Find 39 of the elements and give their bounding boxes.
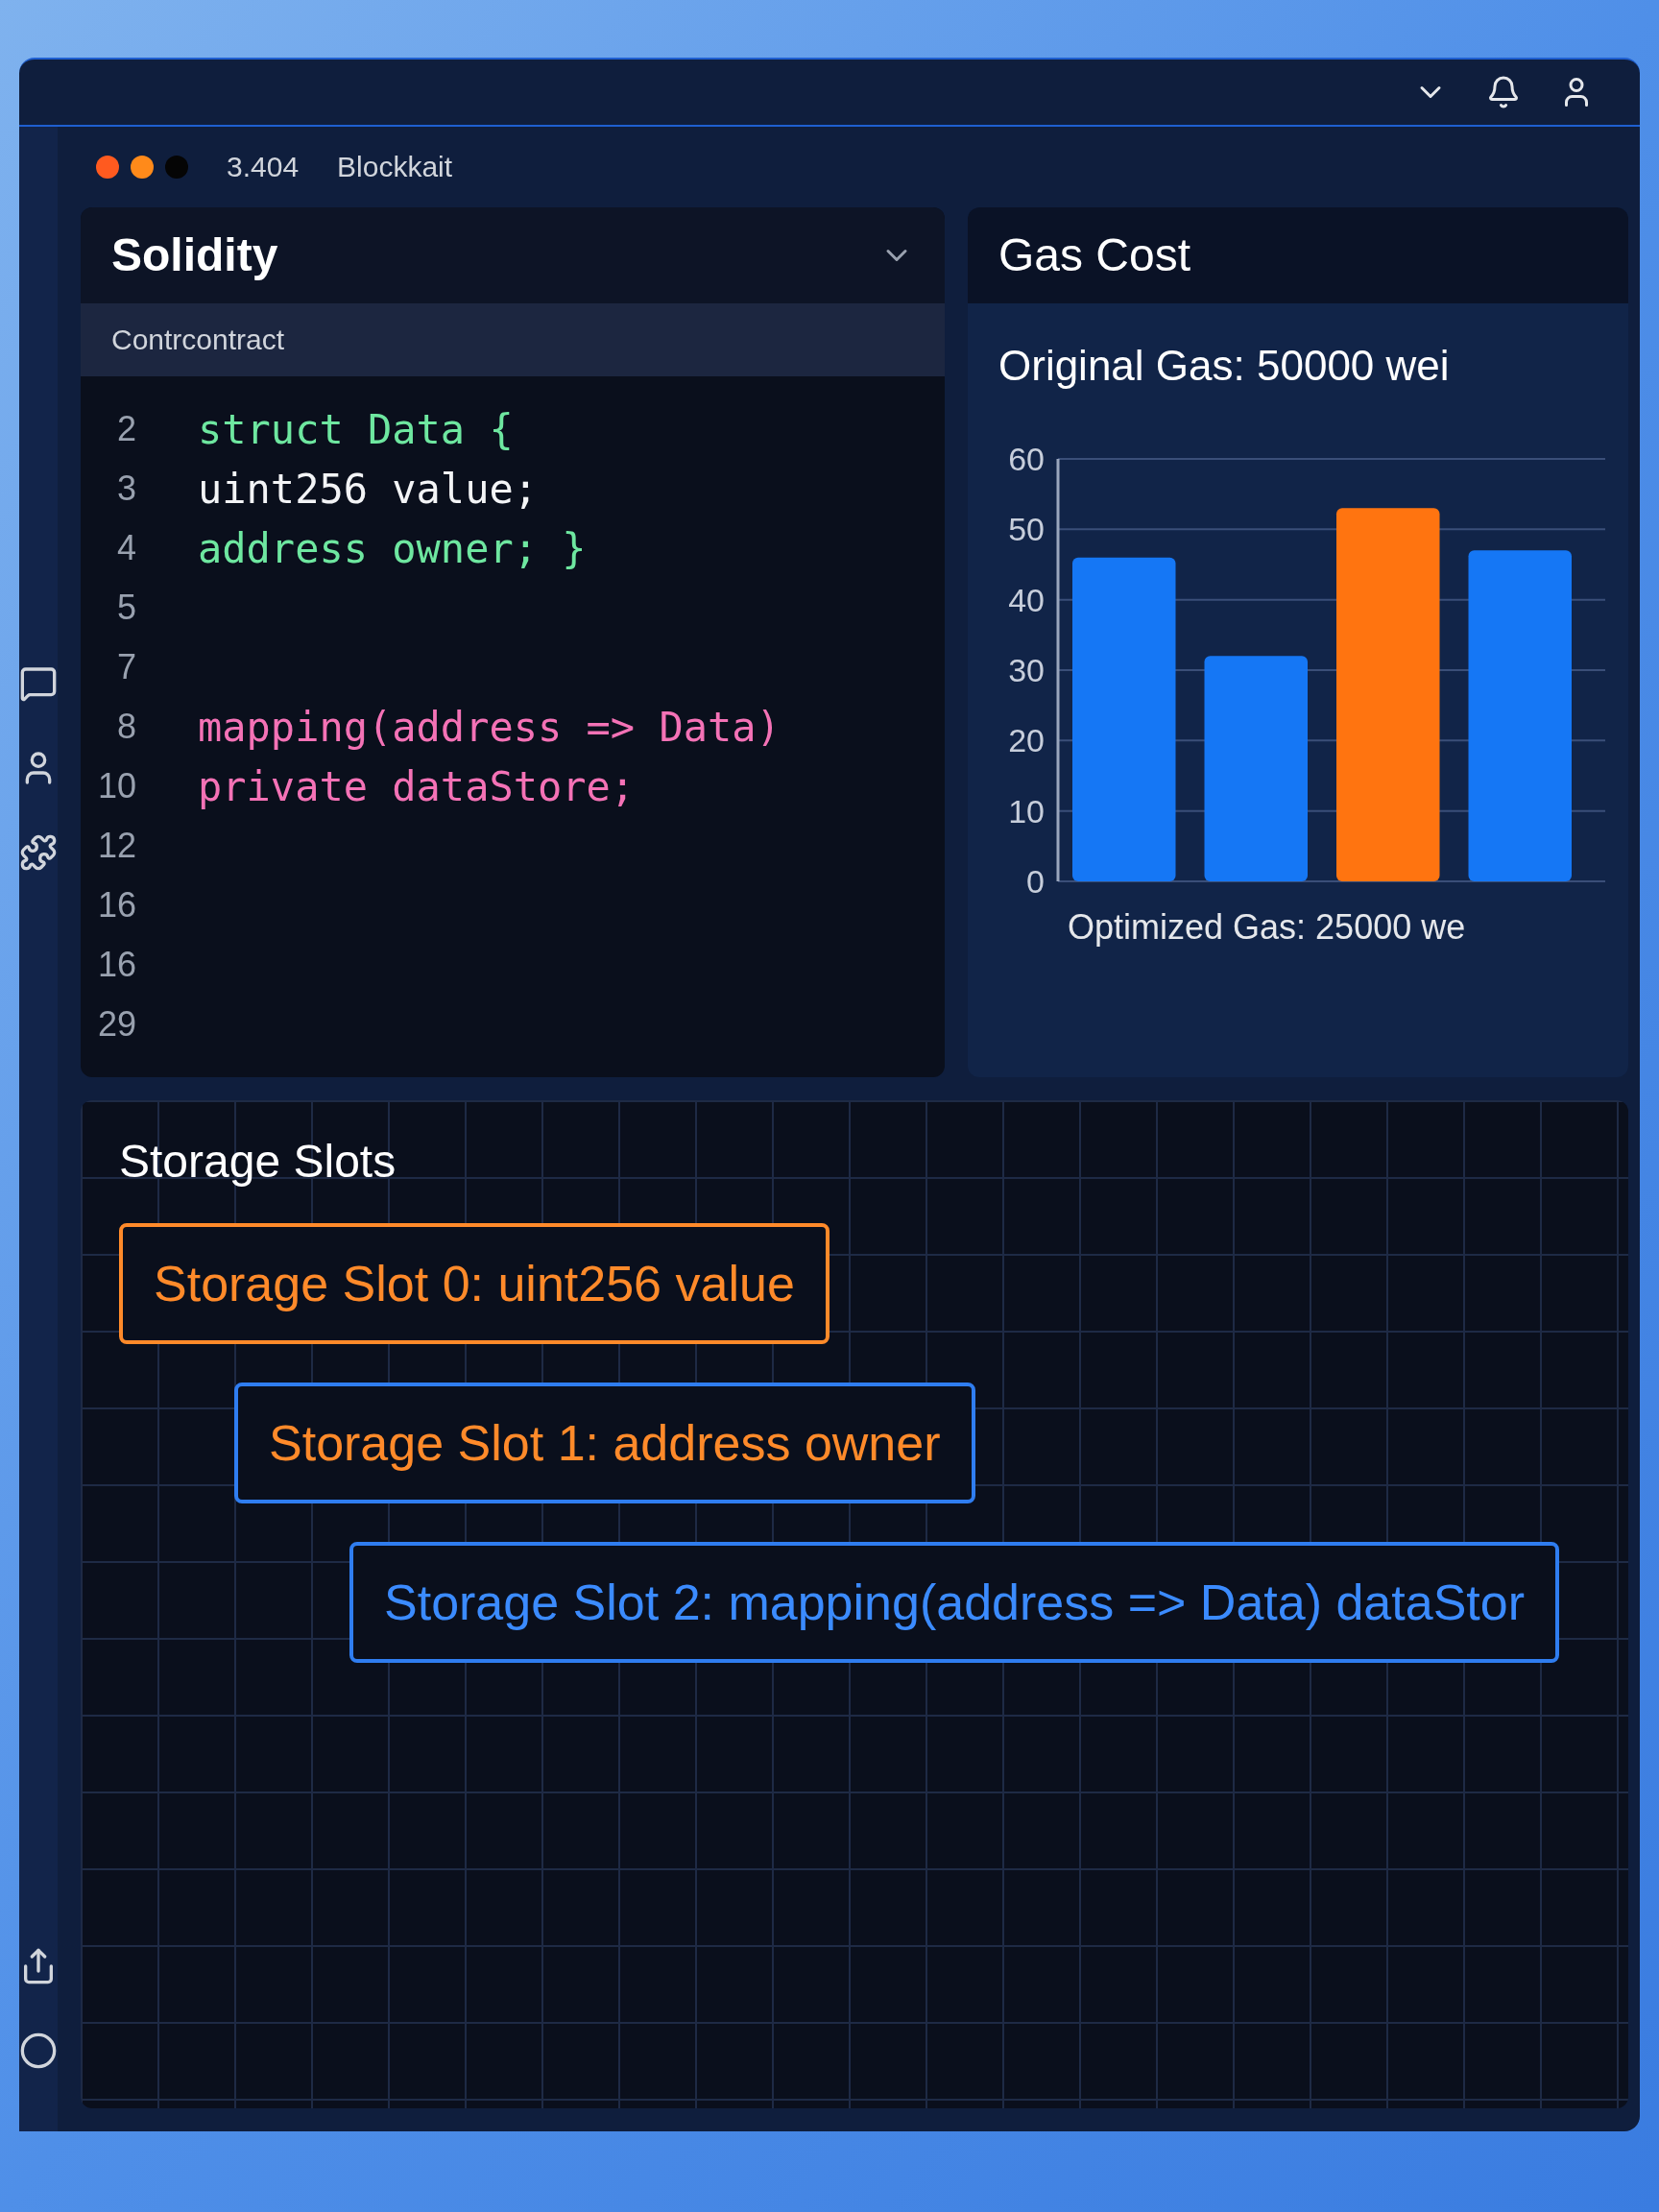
code-line: uint256 value;: [197, 464, 538, 515]
line-number: 4: [115, 529, 137, 567]
file-tab[interactable]: Contrcontract: [81, 303, 945, 376]
line-number: 10: [96, 767, 137, 805]
line-number: 29: [96, 1005, 137, 1044]
y-tick-label: 50: [1008, 511, 1045, 548]
y-tick-label: 40: [1008, 581, 1045, 618]
version-label: 3.404: [227, 150, 300, 184]
y-tick-label: 30: [1008, 652, 1045, 688]
panel-title: Gas Cost: [998, 232, 1191, 278]
line-number: 12: [96, 827, 137, 865]
line-number: 7: [115, 648, 137, 686]
puzzle-icon[interactable]: [19, 833, 58, 872]
y-tick-label: 20: [1008, 722, 1045, 759]
code-line: mapping(address => Data): [197, 702, 781, 753]
panel-title: Storage Slots: [119, 1139, 397, 1185]
storage-slot: Storage Slot 0: uint256 value: [119, 1223, 830, 1344]
y-tick-label: 10: [1008, 792, 1045, 830]
chat-icon[interactable]: [19, 664, 58, 703]
code-line: private dataStore;: [197, 761, 636, 812]
y-tick-label: 0: [1026, 863, 1045, 900]
x-axis-title: Optimized Gas: 25000 we: [1068, 907, 1466, 947]
code-line: address owner; }: [197, 523, 587, 574]
window-title: Blockkait: [337, 150, 453, 184]
code-line: struct Data {: [197, 404, 514, 455]
bar-chart: 0 10 20 30 40 50 60 Optimized Gas: 25000 we: [991, 421, 1605, 958]
language-dropdown[interactable]: Solidity: [81, 207, 945, 303]
line-number: 5: [115, 589, 137, 627]
line-number: 16: [96, 946, 137, 984]
line-number: 3: [115, 469, 137, 508]
circle-icon[interactable]: [19, 2032, 58, 2070]
notification-bell-icon[interactable]: [1486, 75, 1521, 109]
original-gas-label: Original Gas: 50000 wei: [998, 341, 1451, 391]
y-tick-label: 60: [1008, 441, 1045, 477]
storage-slot: Storage Slot 1: address owner: [234, 1382, 975, 1503]
line-number: 16: [96, 886, 137, 925]
storage-slot: Storage Slot 2: mapping(address => Data) dataStor: [349, 1542, 1560, 1663]
line-number: 2: [115, 410, 137, 448]
line-number: 8: [115, 708, 137, 746]
